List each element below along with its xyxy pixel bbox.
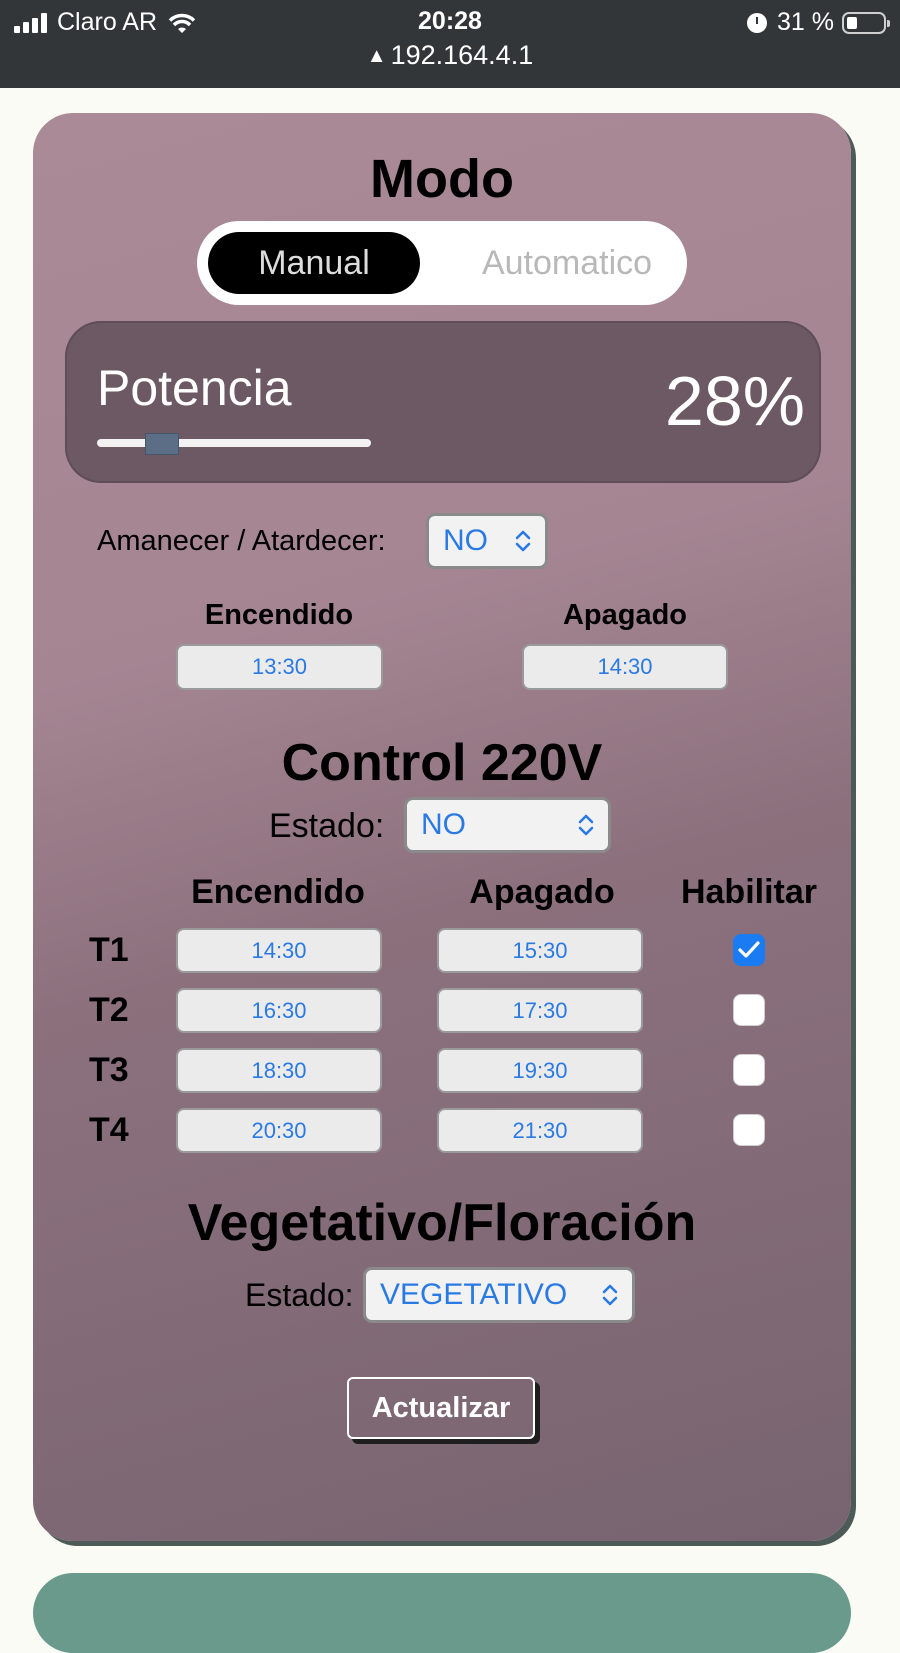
luz-encendido-time[interactable]: 13:30 xyxy=(176,644,383,690)
potencia-label: Potencia xyxy=(97,360,292,416)
address-bar[interactable]: ▲ 192.164.4.1 xyxy=(0,40,900,71)
mode-toggle[interactable]: Manual Automatico xyxy=(197,221,687,305)
control-estado-label: Estado: xyxy=(269,807,385,845)
col-header-encendido: Encendido xyxy=(191,873,365,911)
vegetativo-title: Vegetativo/Floración xyxy=(187,1194,697,1252)
potencia-value: 28% xyxy=(664,362,805,440)
timer-on-time[interactable]: 18:30 xyxy=(176,1048,382,1093)
timer-enable-checkbox[interactable] xyxy=(733,1114,765,1146)
actualizar-button[interactable]: Actualizar xyxy=(347,1377,535,1439)
battery-percent: 31 % xyxy=(777,8,834,36)
modo-title: Modo xyxy=(370,149,514,209)
col-header-habilitar: Habilitar xyxy=(680,873,818,911)
timer-row-label: T2 xyxy=(89,991,129,1029)
control-estado-select[interactable]: NO xyxy=(404,797,611,853)
timer-off-time[interactable]: 19:30 xyxy=(437,1048,643,1093)
mode-automatico-option[interactable]: Automatico xyxy=(462,232,672,294)
col-header-apagado: Apagado xyxy=(469,873,615,911)
status-bar: Claro AR 20:28 ▲ 192.164.4.1 31 % xyxy=(0,0,900,88)
mode-manual-option[interactable]: Manual xyxy=(208,232,420,294)
timer-on-time[interactable]: 20:30 xyxy=(176,1108,382,1153)
control-estado-value: NO xyxy=(421,808,466,841)
alarm-icon xyxy=(747,12,768,33)
timer-enable-checkbox[interactable] xyxy=(733,994,765,1026)
timer-row-label: T1 xyxy=(89,931,129,969)
timer-enable-checkbox[interactable] xyxy=(733,1054,765,1086)
timer-on-time[interactable]: 14:30 xyxy=(176,928,382,973)
potencia-slider-track[interactable] xyxy=(97,439,371,447)
timer-off-time[interactable]: 17:30 xyxy=(437,988,643,1033)
control-title: Control 220V xyxy=(281,734,603,792)
timer-on-time[interactable]: 16:30 xyxy=(176,988,382,1033)
amanecer-label: Amanecer / Atardecer: xyxy=(97,525,386,557)
control-card: Modo Manual Automatico Potencia 28% Aman… xyxy=(33,113,851,1541)
vegetativo-estado-label: Estado: xyxy=(245,1277,354,1313)
chevron-updown-icon xyxy=(515,530,531,552)
timer-row-label: T3 xyxy=(89,1051,129,1089)
battery-icon xyxy=(842,11,890,34)
timer-off-time[interactable]: 15:30 xyxy=(437,928,643,973)
potencia-panel: Potencia 28% xyxy=(65,321,821,483)
luz-encendido-label: Encendido xyxy=(204,599,354,631)
checkmark-icon xyxy=(738,941,760,958)
url-text: 192.164.4.1 xyxy=(390,40,534,70)
chevron-updown-icon xyxy=(578,814,594,836)
status-right: 31 % xyxy=(747,8,890,37)
amanecer-value: NO xyxy=(443,524,488,557)
warning-icon: ▲ xyxy=(366,45,387,67)
chevron-updown-icon xyxy=(602,1284,618,1306)
vegetativo-estado-value: VEGETATIVO xyxy=(380,1278,568,1311)
luz-apagado-label: Apagado xyxy=(562,599,688,631)
vegetativo-estado-select[interactable]: VEGETATIVO xyxy=(363,1267,635,1323)
potencia-slider-thumb[interactable] xyxy=(145,433,179,455)
timer-off-time[interactable]: 21:30 xyxy=(437,1108,643,1153)
next-card xyxy=(33,1573,851,1653)
amanecer-select[interactable]: NO xyxy=(426,513,548,569)
timer-enable-checkbox[interactable] xyxy=(733,934,765,966)
timer-row-label: T4 xyxy=(89,1111,129,1149)
luz-apagado-time[interactable]: 14:30 xyxy=(522,644,728,690)
